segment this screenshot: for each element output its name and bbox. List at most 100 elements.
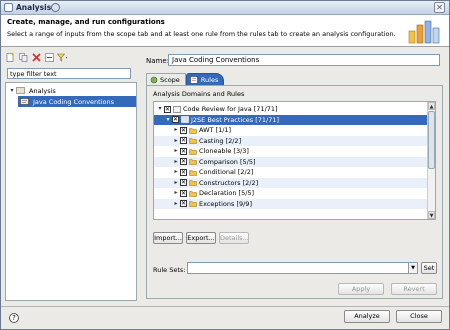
checkbox-checked[interactable]: ✕ <box>172 116 179 124</box>
checkbox-checked[interactable]: ✕ <box>180 168 187 176</box>
collapse-all-button[interactable] <box>44 52 54 62</box>
tree-item-label: Java Coding Conventions <box>33 97 114 106</box>
name-field[interactable]: Java Coding Conventions <box>168 54 440 66</box>
rule-category-constructors[interactable]: ▸ ✕ Constructors [2/2] <box>154 177 429 188</box>
expand-twisty-icon[interactable]: ▸ <box>172 200 180 208</box>
domains-rules-heading: Analysis Domains and Rules <box>153 90 245 98</box>
rule-label: Exceptions [9/9] <box>199 199 252 208</box>
rule-domain-code-review[interactable]: ▾ ✕ Code Review for Java [71/71] <box>154 104 429 115</box>
expand-twisty-icon[interactable]: ▸ <box>172 168 180 176</box>
export-button[interactable]: Export... <box>186 232 216 244</box>
rule-category-cloneable[interactable]: ▸ ✕ Cloneable [3/3] <box>154 146 429 157</box>
rule-category-casting[interactable]: ▸ ✕ Casting [2/2] <box>154 135 429 146</box>
checkbox-checked[interactable]: ✕ <box>180 158 187 166</box>
tab-label: Scope <box>160 75 180 84</box>
rule-label: Declaration [5/5] <box>199 189 255 198</box>
banner-graphic-icon <box>408 20 440 44</box>
name-label: Name: <box>146 57 170 65</box>
scope-icon <box>150 76 158 83</box>
rule-label: Comparison [5/5] <box>199 157 256 166</box>
tab-rules[interactable]: Rules <box>185 73 225 85</box>
tree-item-label: Analysis <box>29 86 56 95</box>
rules-tab-panel: Analysis Domains and Rules ▾ ✕ Code Revi… <box>146 85 443 299</box>
collapse-all-icon <box>44 52 54 62</box>
checkbox-checked[interactable]: ✕ <box>180 126 187 134</box>
rule-label: Code Review for Java [71/71] <box>183 105 278 114</box>
analysis-folder-icon <box>16 87 25 94</box>
expand-twisty-icon[interactable]: ▸ <box>172 179 180 187</box>
rule-category-j2se[interactable]: ▾ ✕ J2SE Best Practices [71/71] <box>154 114 429 125</box>
tab-scope[interactable]: Scope <box>146 73 186 85</box>
rule-label: Conditional [2/2] <box>199 168 254 177</box>
filter-icon <box>57 53 67 62</box>
scroll-up-icon[interactable]: ▲ <box>428 102 435 110</box>
rule-folder-icon <box>189 149 197 155</box>
rules-tree[interactable]: ▾ ✕ Code Review for Java [71/71] ▾ ✕ J2S… <box>153 101 436 220</box>
analyze-button[interactable]: Analyze <box>344 310 390 323</box>
new-config-icon <box>6 52 14 62</box>
filter-input[interactable] <box>7 68 131 79</box>
config-tree[interactable]: ▾ Analysis Java Coding Conventions <box>5 82 137 301</box>
window-close-button[interactable]: ✕ <box>434 2 445 13</box>
details-button[interactable]: Details... <box>219 232 249 244</box>
rule-label: AWT [1/1] <box>199 126 232 135</box>
new-config-button[interactable] <box>5 52 15 62</box>
apply-button[interactable]: Apply <box>338 283 384 295</box>
tab-bar: Scope Rules <box>146 73 225 85</box>
set-button[interactable]: Set <box>421 262 437 274</box>
header-title: Create, manage, and run configurations <box>7 18 165 26</box>
filter-button[interactable] <box>57 52 67 62</box>
configuration-icon <box>20 98 29 105</box>
tab-label: Rules <box>200 75 219 84</box>
rule-folder-icon <box>189 138 197 144</box>
expand-twisty-icon[interactable]: ▸ <box>172 126 180 134</box>
expand-twisty-icon[interactable]: ▸ <box>172 137 180 145</box>
rule-category-comparison[interactable]: ▸ ✕ Comparison [5/5] <box>154 156 429 167</box>
close-button[interactable]: Close <box>396 310 442 323</box>
config-editor: Name: Java Coding Conventions Scope Rule… <box>144 49 448 303</box>
expand-twisty-icon[interactable]: ▸ <box>172 158 180 166</box>
rule-category-declaration[interactable]: ▸ ✕ Declaration [5/5] <box>154 188 429 199</box>
collapse-twisty-icon[interactable]: ▾ <box>8 87 16 95</box>
rule-folder-icon <box>189 201 197 207</box>
duplicate-button[interactable] <box>18 52 28 62</box>
checkbox-checked[interactable]: ✕ <box>180 137 187 145</box>
rule-category-exceptions[interactable]: ▸ ✕ Exceptions [9/9] <box>154 198 429 209</box>
collapse-twisty-icon[interactable]: ▾ <box>156 105 164 113</box>
scroll-thumb[interactable] <box>428 111 435 169</box>
domain-icon <box>173 105 181 113</box>
revert-button[interactable]: Revert <box>391 283 437 295</box>
checkbox-checked[interactable]: ✕ <box>180 189 187 197</box>
config-toolbar <box>5 52 67 64</box>
chevron-down-icon[interactable]: ▼ <box>408 263 417 273</box>
window-menu-icon[interactable] <box>51 3 60 12</box>
rule-label: Casting [2/2] <box>199 136 242 145</box>
rules-vertical-scrollbar[interactable]: ▲ ▼ <box>427 102 435 219</box>
delete-button[interactable] <box>31 52 41 62</box>
rule-category-awt[interactable]: ▸ ✕ AWT [1/1] <box>154 125 429 136</box>
checkbox-checked[interactable]: ✕ <box>180 200 187 208</box>
rule-category-conditional[interactable]: ▸ ✕ Conditional [2/2] <box>154 167 429 178</box>
app-icon <box>4 3 13 12</box>
checkbox-checked[interactable]: ✕ <box>164 105 171 113</box>
scroll-down-icon[interactable]: ▼ <box>428 211 435 219</box>
duplicate-icon <box>18 52 27 62</box>
hscroll-strip <box>154 209 429 219</box>
rule-folder-icon <box>189 128 197 134</box>
expand-twisty-icon[interactable]: ▸ <box>172 147 180 155</box>
rule-folder-icon <box>189 180 197 186</box>
checkbox-checked[interactable]: ✕ <box>180 179 187 187</box>
tree-item-analysis[interactable]: ▾ Analysis <box>8 85 134 96</box>
rule-label: Constructors [2/2] <box>199 178 259 187</box>
rule-sets-label: Rule Sets: <box>153 266 186 274</box>
help-icon[interactable]: ? <box>9 313 19 323</box>
title-bar[interactable]: Analysis ✕ <box>1 1 449 15</box>
rule-folder-icon <box>189 170 197 176</box>
category-icon <box>181 116 189 124</box>
expand-twisty-icon[interactable]: ▸ <box>172 189 180 197</box>
tree-item-java-coding-conventions[interactable]: Java Coding Conventions <box>18 96 136 107</box>
collapse-twisty-icon[interactable]: ▾ <box>164 116 172 124</box>
import-button[interactable]: Import... <box>153 232 183 244</box>
rule-sets-combo[interactable]: ▼ <box>187 262 418 274</box>
checkbox-checked[interactable]: ✕ <box>180 147 187 155</box>
